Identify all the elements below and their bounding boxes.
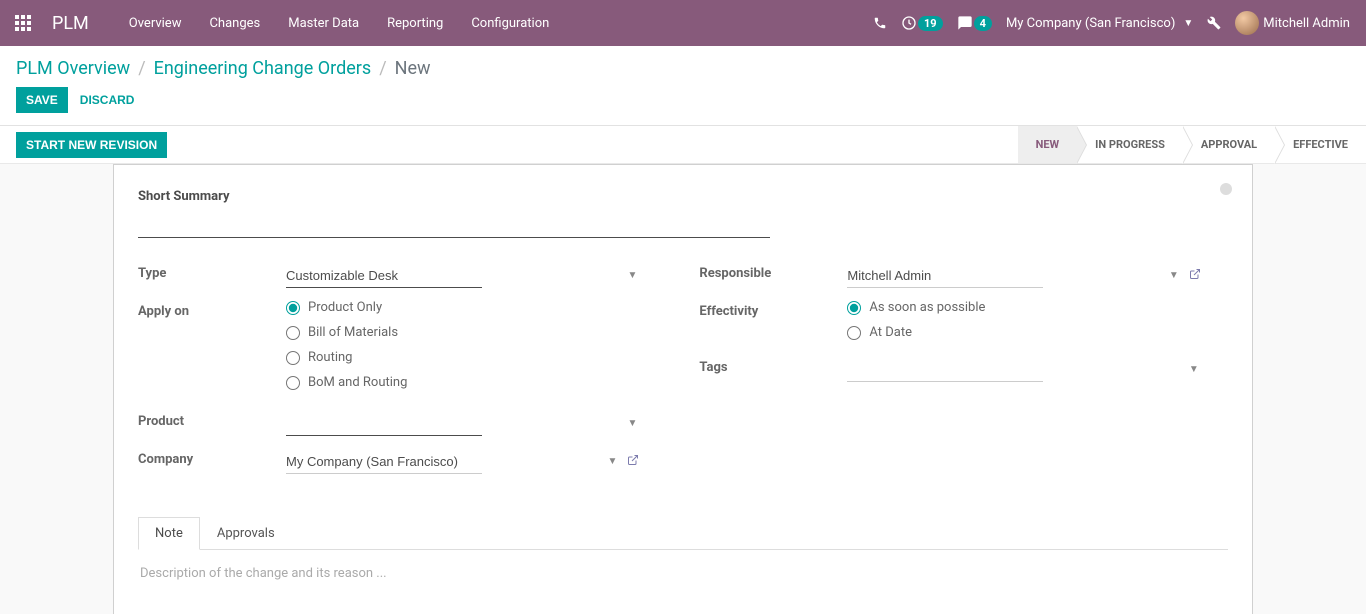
start-revision-button[interactable]: START NEW REVISION (16, 132, 167, 158)
product-input[interactable] (286, 412, 482, 436)
title-label: Short Summary (138, 189, 1228, 204)
chevron-down-icon[interactable]: ▼ (1169, 270, 1179, 281)
radio-bom-routing[interactable]: BoM and Routing (286, 375, 639, 390)
apply-on-label: Apply on (138, 300, 286, 390)
tags-label: Tags (699, 356, 847, 384)
activity-badge: 19 (918, 16, 943, 31)
tab-note[interactable]: Note (138, 517, 200, 550)
app-brand[interactable]: PLM (52, 13, 89, 34)
nav-menu: Overview Changes Master Data Reporting C… (117, 10, 562, 37)
responsible-input[interactable] (847, 264, 1043, 288)
type-label: Type (138, 262, 286, 290)
chevron-down-icon: ▼ (1183, 18, 1193, 29)
product-label: Product (138, 410, 286, 438)
radio-product-only[interactable]: Product Only (286, 300, 639, 315)
apply-on-radios: Product Only Bill of Materials Routing B… (286, 300, 639, 390)
breadcrumb-sep: / (138, 58, 145, 79)
breadcrumb-sep: / (379, 58, 386, 79)
save-button[interactable]: SAVE (16, 87, 68, 113)
navbar: PLM Overview Changes Master Data Reporti… (0, 0, 1366, 46)
phone-icon[interactable] (873, 16, 887, 30)
tags-input[interactable] (847, 358, 1043, 382)
breadcrumb-root[interactable]: PLM Overview (16, 58, 130, 79)
systray: 19 4 My Company (San Francisco) ▼ Mitche… (873, 11, 1358, 35)
activity-icon[interactable]: 19 (901, 15, 943, 31)
chevron-down-icon[interactable]: ▼ (1189, 364, 1199, 375)
stage-approval[interactable]: APPROVAL (1183, 126, 1275, 163)
avatar (1235, 11, 1259, 35)
message-badge: 4 (974, 16, 992, 31)
right-column: Responsible ▼ Effectivity (699, 262, 1200, 486)
summary-input[interactable] (138, 208, 770, 238)
chevron-down-icon[interactable]: ▼ (607, 456, 617, 467)
form-view: Short Summary Type ▼ Apply on (0, 164, 1366, 614)
stage-new[interactable]: NEW (1018, 126, 1078, 163)
user-menu[interactable]: Mitchell Admin (1235, 11, 1350, 35)
company-name: My Company (San Francisco) (1006, 16, 1175, 31)
discard-button[interactable]: DISCARD (76, 87, 139, 113)
notebook: Note Approvals Description of the change… (138, 516, 1228, 597)
tab-content: Description of the change and its reason… (138, 550, 1228, 597)
nav-reporting[interactable]: Reporting (375, 10, 455, 37)
radio-asap[interactable]: As soon as possible (847, 300, 1200, 315)
title-group: Short Summary (138, 189, 1228, 238)
radio-bom[interactable]: Bill of Materials (286, 325, 639, 340)
cp-buttons: SAVE DISCARD (0, 87, 1366, 125)
effectivity-label: Effectivity (699, 300, 847, 340)
breadcrumb: PLM Overview / Engineering Change Orders… (0, 46, 1366, 87)
messaging-icon[interactable]: 4 (957, 15, 992, 31)
statusbar: START NEW REVISION NEW IN PROGRESS APPRO… (0, 126, 1366, 164)
stages: NEW IN PROGRESS APPROVAL EFFECTIVE (1018, 126, 1366, 163)
kanban-state-dot[interactable] (1220, 183, 1232, 195)
stage-in-progress[interactable]: IN PROGRESS (1077, 126, 1183, 163)
breadcrumb-current: New (395, 58, 431, 79)
tabs: Note Approvals (138, 516, 1228, 550)
control-panel: PLM Overview / Engineering Change Orders… (0, 46, 1366, 126)
chevron-down-icon[interactable]: ▼ (627, 270, 637, 281)
company-input[interactable] (286, 450, 482, 474)
stage-effective[interactable]: EFFECTIVE (1275, 126, 1366, 163)
external-link-icon[interactable] (1189, 268, 1201, 284)
company-label: Company (138, 448, 286, 476)
type-input[interactable] (286, 264, 482, 288)
left-column: Type ▼ Apply on Product Only Bill of Mat… (138, 262, 639, 486)
nav-configuration[interactable]: Configuration (459, 10, 561, 37)
radio-routing[interactable]: Routing (286, 350, 639, 365)
nav-overview[interactable]: Overview (117, 10, 194, 37)
form-sheet: Short Summary Type ▼ Apply on (113, 164, 1253, 614)
chevron-down-icon[interactable]: ▼ (627, 418, 637, 429)
responsible-label: Responsible (699, 262, 847, 290)
tab-approvals[interactable]: Approvals (200, 517, 292, 550)
external-link-icon[interactable] (627, 454, 639, 470)
description-placeholder[interactable]: Description of the change and its reason… (140, 566, 1226, 581)
effectivity-radios: As soon as possible At Date (847, 300, 1200, 340)
debug-icon[interactable] (1207, 16, 1221, 30)
nav-master-data[interactable]: Master Data (276, 10, 371, 37)
company-switcher[interactable]: My Company (San Francisco) ▼ (1006, 16, 1193, 31)
radio-at-date[interactable]: At Date (847, 325, 1200, 340)
breadcrumb-parent[interactable]: Engineering Change Orders (154, 58, 372, 79)
nav-changes[interactable]: Changes (197, 10, 272, 37)
user-name: Mitchell Admin (1263, 16, 1350, 31)
apps-menu-icon[interactable] (8, 15, 38, 31)
